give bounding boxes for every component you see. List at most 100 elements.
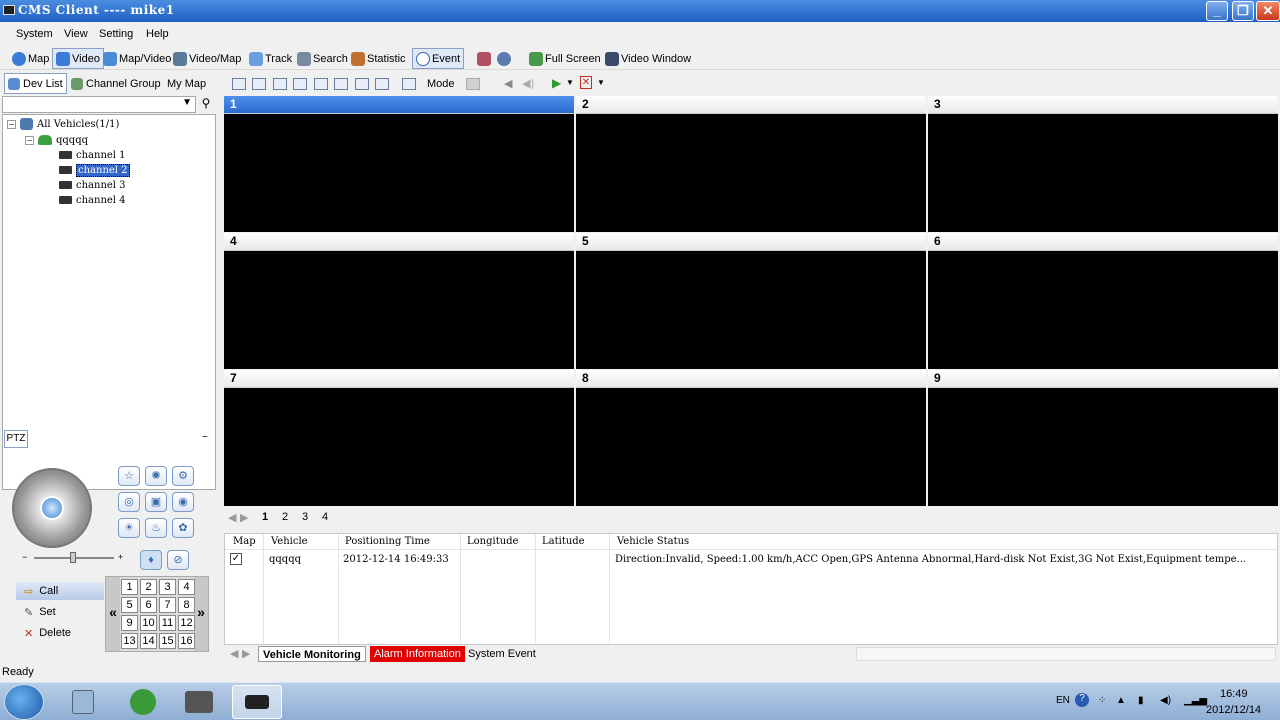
video-cell[interactable]: 1 — [224, 96, 574, 232]
ptz-focus-icon[interactable]: ◎ — [118, 492, 140, 512]
preset-key[interactable]: 6 — [140, 597, 157, 613]
preset-key[interactable]: 2 — [140, 579, 157, 595]
search-icon[interactable]: ⚲ — [198, 96, 214, 113]
tab-vehicle-monitoring[interactable]: Vehicle Monitoring — [258, 646, 366, 662]
ptz-eye-icon[interactable]: ⊘ — [167, 550, 189, 570]
video-cell[interactable]: 8 — [576, 370, 926, 506]
ptz-delete-button[interactable]: ✕ Delete — [16, 624, 104, 642]
ptz-favorite-icon[interactable]: ☆ — [118, 466, 140, 486]
video-cell[interactable]: 9 — [928, 370, 1278, 506]
tab-scroll-left-icon[interactable]: ◀ — [228, 511, 236, 524]
video-cell[interactable]: 3 — [928, 96, 1278, 232]
menu-help[interactable]: Help — [146, 28, 169, 40]
track-button[interactable]: Track — [246, 48, 295, 69]
column-header[interactable]: Vehicle Status — [617, 536, 689, 547]
layout-refresh-icon[interactable] — [375, 78, 389, 90]
minus-icon[interactable]: − — [22, 552, 27, 562]
column-header[interactable]: Map — [233, 536, 256, 547]
snapshot-icon[interactable] — [402, 78, 416, 90]
talk-icon[interactable]: ◀) — [522, 77, 534, 90]
video-cell[interactable]: 7 — [224, 370, 574, 506]
preset-key[interactable]: 1 — [121, 579, 138, 595]
ptz-marker-icon[interactable]: ♦ — [140, 550, 162, 570]
preset-key[interactable]: 4 — [178, 579, 195, 595]
chevron-down-icon[interactable]: ▼ — [566, 78, 574, 87]
chevron-down-icon[interactable]: ▼ — [182, 97, 192, 108]
start-button[interactable] — [4, 684, 44, 720]
tab-my-map[interactable]: My Map — [164, 73, 209, 94]
tree-channel-4[interactable]: channel 4 — [59, 193, 126, 207]
layout-6-icon[interactable] — [273, 78, 287, 90]
lock-button[interactable] — [474, 48, 494, 69]
column-header[interactable]: Latitude — [542, 536, 585, 547]
video-map-button[interactable]: Video/Map — [170, 48, 244, 69]
preset-key[interactable]: 3 — [159, 579, 176, 595]
stop-all-icon[interactable]: ✕ — [580, 76, 592, 89]
device-search-combo[interactable]: ▼ — [2, 96, 196, 113]
ptz-speed-slider[interactable]: − + — [22, 552, 126, 563]
tab-scroll-right-icon[interactable]: ▶ — [238, 646, 254, 662]
preset-key[interactable]: 14 — [140, 633, 157, 649]
layout-16-icon[interactable] — [334, 78, 348, 90]
maximize-button[interactable]: ❐ — [1232, 1, 1254, 21]
menu-setting[interactable]: Setting — [99, 28, 133, 40]
tray-arrow-icon[interactable]: ▲ — [1116, 695, 1126, 706]
mode-button[interactable]: Mode — [427, 78, 455, 90]
menu-system[interactable]: System — [16, 28, 53, 40]
taskbar-app-calculator[interactable] — [58, 685, 108, 719]
chevron-down-icon[interactable]: ▼ — [597, 78, 605, 87]
ptz-direction-pad[interactable] — [12, 468, 92, 548]
video-cell[interactable]: 6 — [928, 233, 1278, 369]
help-icon[interactable]: ? — [1075, 693, 1089, 707]
preset-key[interactable]: 12 — [178, 615, 195, 631]
close-button[interactable]: ✕ — [1256, 1, 1280, 21]
collapse-icon[interactable]: − — [7, 119, 16, 129]
record-icon[interactable] — [466, 78, 480, 90]
tab-scroll-right-icon[interactable]: ▶ — [240, 511, 248, 524]
horizontal-scrollbar[interactable] — [856, 647, 1276, 661]
device-icon[interactable]: ▮ — [1138, 695, 1144, 706]
search-button[interactable]: Search — [294, 48, 351, 69]
taskbar-app-globe[interactable] — [118, 685, 168, 719]
ptz-set-button[interactable]: ✎ Set — [16, 603, 104, 621]
next-page-button[interactable]: » — [194, 577, 208, 651]
full-screen-button[interactable]: Full Screen — [526, 48, 604, 69]
minimize-button[interactable]: _ — [1206, 1, 1228, 21]
preset-key[interactable]: 8 — [178, 597, 195, 613]
clock-date[interactable]: 2012/12/14 — [1206, 704, 1261, 716]
ptz-wiper-icon[interactable]: ♨ — [145, 518, 167, 538]
ptz-brightness-icon[interactable]: ✺ — [145, 466, 167, 486]
slider-thumb[interactable] — [70, 552, 76, 563]
video-window-button[interactable]: Video Window — [602, 48, 694, 69]
layout-8-icon[interactable] — [293, 78, 307, 90]
column-header[interactable]: Vehicle — [271, 536, 308, 547]
preset-key[interactable]: 9 — [121, 615, 138, 631]
map-checkbox[interactable]: ✓ — [230, 553, 242, 565]
preset-key[interactable]: 16 — [178, 633, 195, 649]
layout-9-icon[interactable] — [314, 78, 328, 90]
play-icon[interactable]: ▶ — [552, 76, 561, 90]
language-indicator[interactable]: EN — [1056, 695, 1070, 706]
statistic-button[interactable]: Statistic — [348, 48, 409, 69]
tree-vehicle[interactable]: − qqqqq — [25, 133, 88, 147]
preset-key[interactable]: 13 — [121, 633, 138, 649]
page-tab[interactable]: 2 — [282, 511, 288, 523]
tree-root[interactable]: − All Vehicles(1/1) — [7, 117, 119, 131]
network-signal-icon[interactable]: ▁▃▅ — [1184, 695, 1207, 706]
ptz-center-button[interactable] — [40, 496, 64, 520]
layout-4-icon[interactable] — [252, 78, 266, 90]
settings-button[interactable] — [494, 48, 514, 69]
tab-system-event[interactable]: System Event — [464, 646, 540, 662]
ptz-tab[interactable]: PTZ — [4, 430, 28, 448]
taskbar-app-cms-client[interactable] — [232, 685, 282, 719]
video-cell[interactable]: 2 — [576, 96, 926, 232]
menu-view[interactable]: View — [64, 28, 88, 40]
tree-channel-2[interactable]: channel 2 — [59, 163, 130, 177]
preset-key[interactable]: 10 — [140, 615, 157, 631]
page-tab[interactable]: 3 — [302, 511, 308, 523]
collapse-icon[interactable]: − — [25, 135, 34, 145]
tree-channel-3[interactable]: channel 3 — [59, 178, 126, 192]
tab-alarm-information[interactable]: Alarm Information — [370, 646, 465, 662]
taskbar-app-recorder[interactable] — [174, 685, 224, 719]
layout-custom-icon[interactable] — [355, 78, 369, 90]
